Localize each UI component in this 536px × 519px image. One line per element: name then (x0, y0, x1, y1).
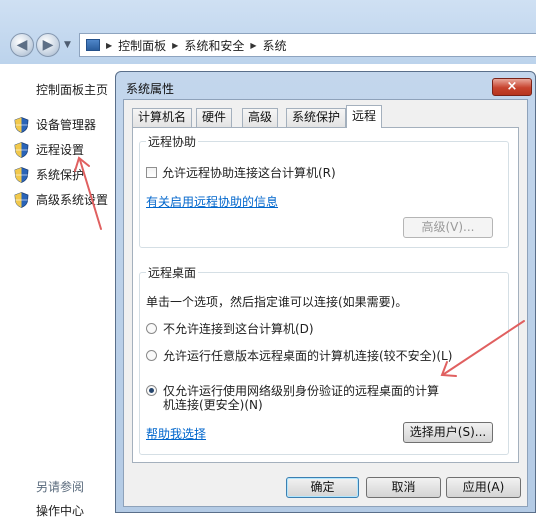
radio-button[interactable] (146, 350, 157, 361)
history-dropdown-icon[interactable]: ▼ (64, 40, 71, 50)
sidebar-item-label: 高级系统设置 (36, 193, 109, 207)
radio-label: 仅允许运行使用网络级别身份验证的远程桌面的计算 机连接(更安全)(N) (163, 384, 439, 412)
forward-button[interactable]: ▶ (36, 33, 60, 57)
action-center-link[interactable]: 操作中心 (36, 502, 84, 519)
radio-allow-any-version[interactable]: 允许运行任意版本远程桌面的计算机连接(较不安全)(L) (146, 349, 452, 363)
breadcrumb-system[interactable]: 系统 (263, 37, 287, 54)
radio-label-line1: 仅允许运行使用网络级别身份验证的远程桌面的计算 (163, 384, 440, 398)
close-button[interactable]: × (492, 78, 532, 96)
sidebar-item-advanced-settings[interactable]: 高级系统设置 (14, 191, 108, 208)
tab-remote[interactable]: 远程 (346, 105, 383, 128)
system-properties-dialog: 系统属性 × 计算机名 硬件 高级 系统保护 远程 远程协助 允许远程协助连接这… (115, 71, 536, 513)
breadcrumb-control-panel[interactable]: 控制面板 (118, 37, 166, 54)
uac-shield-icon (14, 191, 29, 208)
allow-remote-assistance-checkbox[interactable]: 允许远程协助连接这台计算机(R) (146, 164, 336, 181)
remote-desktop-group: 远程桌面 单击一个选项，然后指定谁可以连接(如果需要)。 不允许连接到这台计算机… (139, 264, 509, 455)
radio-label: 允许运行任意版本远程桌面的计算机连接(较不安全)(L) (163, 349, 453, 363)
group-title: 远程桌面 (146, 264, 199, 281)
apply-button[interactable]: 应用(A) (446, 477, 521, 498)
control-panel-icon (86, 39, 100, 51)
radio-label-line2: 机连接(更安全)(N) (163, 398, 263, 412)
uac-shield-icon (14, 141, 29, 158)
sidebar-item-label: 设备管理器 (36, 118, 97, 132)
sidebar-home-link[interactable]: 控制面板主页 (36, 81, 108, 98)
ok-button[interactable]: 确定 (286, 477, 359, 498)
sidebar-item-device-manager[interactable]: 设备管理器 (14, 116, 96, 133)
tab-advanced[interactable]: 高级 (242, 108, 279, 127)
chevron-right-icon[interactable]: ▶ (106, 41, 112, 50)
sidebar-item-label: 系统保护 (36, 168, 85, 182)
select-users-button[interactable]: 选择用户(S)... (403, 422, 493, 443)
dialog-title: 系统属性 (126, 82, 175, 96)
tab-computer-name[interactable]: 计算机名 (132, 108, 193, 127)
dialog-client-area: 计算机名 硬件 高级 系统保护 远程 远程协助 允许远程协助连接这台计算机(R)… (123, 99, 528, 507)
radio-deny-connections[interactable]: 不允许连接到这台计算机(D) (146, 322, 314, 336)
help-me-choose-link[interactable]: 帮助我选择 (146, 425, 206, 442)
radio-button[interactable] (146, 323, 157, 334)
radio-allow-nla-only[interactable]: 仅允许运行使用网络级别身份验证的远程桌面的计算 机连接(更安全)(N) (146, 384, 439, 412)
sidebar-item-label: 远程设置 (36, 143, 85, 157)
checkbox-box[interactable] (146, 167, 157, 178)
chevron-right-icon[interactable]: ▶ (172, 41, 178, 50)
sidebar-item-system-protection[interactable]: 系统保护 (14, 166, 84, 183)
see-also-heading: 另请参阅 (36, 480, 85, 494)
chevron-right-icon[interactable]: ▶ (250, 41, 256, 50)
uac-shield-icon (14, 166, 29, 183)
sidebar-item-remote-settings[interactable]: 远程设置 (14, 141, 84, 158)
remote-tab-pane: 远程协助 允许远程协助连接这台计算机(R) 有关启用远程协助的信息 高级(V).… (132, 127, 519, 463)
tab-hardware[interactable]: 硬件 (196, 108, 233, 127)
radio-button-selected[interactable] (146, 385, 157, 396)
explorer-toolbar: ◀ ▶ ▼ ▶ 控制面板 ▶ 系统和安全 ▶ 系统 (0, 0, 536, 64)
remote-assistance-info-link[interactable]: 有关启用远程协助的信息 (146, 193, 278, 210)
group-title: 远程协助 (146, 133, 199, 150)
radio-label: 不允许连接到这台计算机(D) (163, 322, 314, 336)
remote-desktop-instruction: 单击一个选项，然后指定谁可以连接(如果需要)。 (146, 295, 408, 309)
uac-shield-icon (14, 116, 29, 133)
back-button[interactable]: ◀ (10, 33, 34, 57)
advanced-button[interactable]: 高级(V)... (403, 217, 493, 238)
tab-system-protection[interactable]: 系统保护 (286, 108, 347, 127)
breadcrumb-system-security[interactable]: 系统和安全 (184, 37, 244, 54)
cancel-button[interactable]: 取消 (366, 477, 441, 498)
checkbox-label: 允许远程协助连接这台计算机(R) (162, 166, 336, 180)
remote-assistance-group: 远程协助 允许远程协助连接这台计算机(R) 有关启用远程协助的信息 高级(V).… (139, 133, 509, 248)
address-bar[interactable]: ▶ 控制面板 ▶ 系统和安全 ▶ 系统 (79, 33, 536, 57)
